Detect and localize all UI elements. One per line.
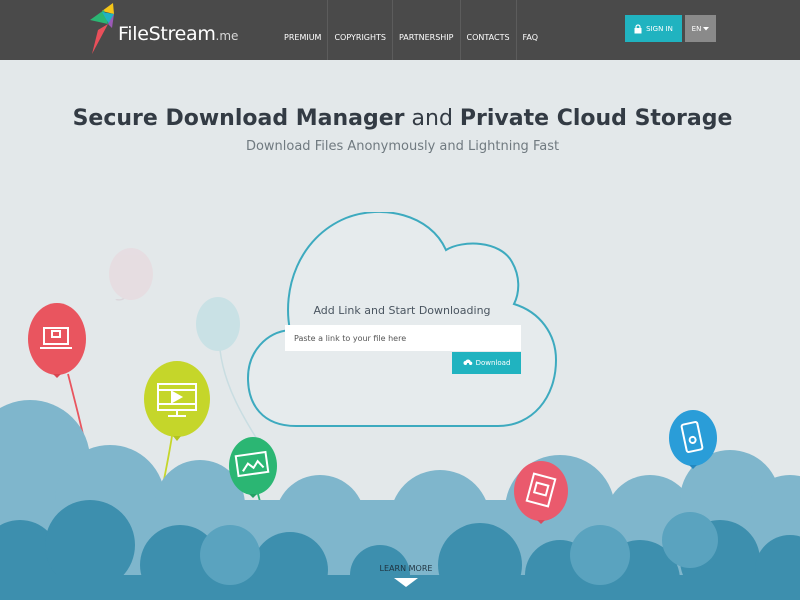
- logo-suffix: .me: [215, 29, 239, 43]
- sign-in-button[interactable]: SIGN IN: [625, 15, 682, 42]
- nav-partnership[interactable]: PARTNERSHIP: [393, 0, 461, 60]
- main-nav: PREMIUM COPYRIGHTS PARTNERSHIP CONTACTS …: [278, 0, 544, 60]
- download-cloud-frame: [246, 212, 558, 427]
- logo-name: FileStream: [118, 23, 216, 45]
- language-selector[interactable]: EN: [685, 15, 716, 42]
- cloud-download-icon: [463, 359, 472, 367]
- hero-title-part2: Private Cloud Storage: [459, 106, 733, 131]
- caret-down-icon: [703, 26, 710, 30]
- logo[interactable]: FileStream.me: [88, 2, 248, 58]
- chevron-down-icon[interactable]: [394, 578, 418, 588]
- hero-title-joiner: and: [411, 106, 453, 131]
- logo-text: FileStream.me: [118, 23, 238, 45]
- green-video-balloon: [144, 361, 210, 441]
- nav-contacts[interactable]: CONTACTS: [461, 0, 517, 60]
- download-form-title: Add Link and Start Downloading: [313, 304, 491, 317]
- hero-subtitle: Download Files Anonymously and Lightning…: [245, 139, 560, 154]
- download-button[interactable]: Download: [452, 352, 521, 374]
- sign-in-label: SIGN IN: [646, 24, 673, 33]
- faint-pink-balloon: [109, 248, 153, 301]
- learn-more-link[interactable]: LEARN MORE: [360, 564, 452, 573]
- red-folder-balloon: [28, 303, 86, 378]
- download-button-label: Download: [475, 359, 511, 367]
- hero-title: Secure Download Manager and Private Clou…: [0, 106, 800, 131]
- nav-copyrights[interactable]: COPYRIGHTS: [328, 0, 393, 60]
- nav-faq[interactable]: FAQ: [517, 0, 545, 60]
- nav-premium[interactable]: PREMIUM: [278, 0, 329, 60]
- header: FileStream.me PREMIUM COPYRIGHTS PARTNER…: [0, 0, 800, 60]
- lock-icon: [634, 23, 642, 33]
- folder-icon: [40, 327, 72, 349]
- hero-title-part1: Secure Download Manager: [72, 106, 405, 131]
- link-input[interactable]: [285, 325, 521, 351]
- language-label: EN: [691, 24, 702, 33]
